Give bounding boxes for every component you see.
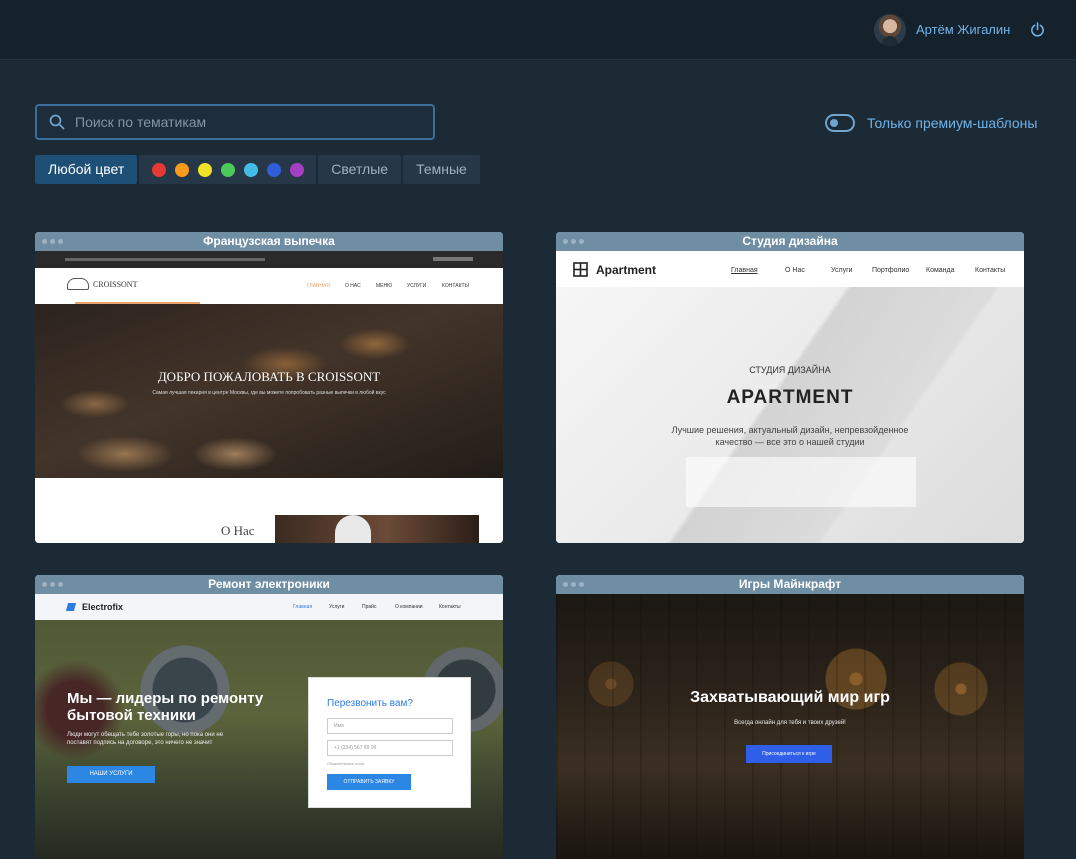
preview-nav-item: О компании: [395, 604, 423, 610]
card-title: Французская выпечка: [203, 234, 335, 248]
card-title-bar: Игры Майнкрафт: [556, 575, 1024, 594]
preview-nav-item: МЕНЮ: [376, 283, 393, 289]
preview-hero-image: Мы — лидеры по ремонту бытовой техники Л…: [35, 620, 503, 859]
preview-cta-button: Присоединиться к игре: [746, 745, 832, 763]
preview-hero-subtitle-1: Лучшие решения, актуальный дизайн, непре…: [671, 425, 909, 435]
color-swatches: [139, 155, 317, 184]
preview-nav: CROISSONT ГЛАВНАЯ О НАС МЕНЮ УСЛУГИ КОНТ…: [35, 268, 503, 304]
color-swatch-green[interactable]: [220, 162, 235, 177]
card-title-bar: Студия дизайна: [556, 232, 1024, 251]
preview-hero-title: ДОБРО ПОЖАЛОВАТЬ В CROISSONT: [157, 369, 381, 384]
grid-logo-icon: [573, 262, 588, 277]
color-swatch-lightblue[interactable]: [243, 162, 258, 177]
preview-nav-item: Команда: [926, 267, 955, 274]
preview-hero-title-1: Мы — лидеры по ремонту: [67, 690, 264, 707]
filter-light[interactable]: Светлые: [318, 155, 402, 184]
preview-nav-item: Контакты: [975, 267, 1006, 274]
preview-hero-subtitle: Всегда онлайн для тебя и твоих друзей!: [734, 720, 846, 726]
template-card-minecraft[interactable]: Игры Майнкрафт Захватывающий мир игр Все…: [556, 575, 1024, 859]
template-preview: Захватывающий мир игр Всегда онлайн для …: [556, 594, 1024, 859]
card-title-bar: Ремонт электроники: [35, 575, 503, 594]
preview-hero-subtitle-2: качество — все это о нашей студии: [715, 437, 865, 447]
preview-hero-title: Захватывающий мир игр: [690, 689, 890, 706]
card-title: Студия дизайна: [742, 234, 838, 248]
preview-hero-title: APARTMENT: [726, 387, 854, 408]
color-swatch-blue[interactable]: [266, 162, 281, 177]
preview-nav-item: Услуги: [329, 604, 345, 610]
search-icon: [49, 114, 65, 130]
preview-hero-image: СТУДИЯ ДИЗАЙНА APARTMENT Лучшие решения,…: [556, 287, 1024, 543]
preview-nav-item: О Нас: [785, 267, 805, 274]
template-preview: Apartment Главная О Нас Услуги Портфолио…: [556, 251, 1024, 543]
preview-phone-field: +1 (234) 567 89 99: [327, 740, 453, 756]
premium-toggle[interactable]: [825, 114, 855, 132]
template-card-design-studio[interactable]: Студия дизайна Apartment Главная О Нас У…: [556, 232, 1024, 543]
preview-name-field: Имя: [327, 718, 453, 734]
username[interactable]: Артём Жигалин: [916, 22, 1010, 37]
color-swatch-red[interactable]: [151, 162, 166, 177]
preview-about-image: [275, 515, 479, 543]
preview-about-heading: О Нас: [221, 523, 255, 538]
preview-nav: Electrofix Главная Услуги Прайс О компан…: [35, 594, 503, 620]
preview-callback-form: Перезвонить вам? Имя +1 (234) 567 89 99 …: [308, 677, 471, 808]
color-swatch-orange[interactable]: [174, 162, 189, 177]
color-swatch-yellow[interactable]: [197, 162, 212, 177]
preview-topbar: [35, 251, 503, 268]
power-icon[interactable]: [1030, 22, 1045, 37]
color-filters: Любой цвет Светлые Темные: [35, 155, 482, 184]
search-box[interactable]: [35, 104, 435, 140]
preview-hero-subtitle: Самая лучшая пекарня в центре Москвы, гд…: [152, 390, 386, 396]
preview-nav-item: О НАС: [345, 283, 361, 289]
preview-submit-button: ОТПРАВИТЬ ЗАЯВКУ: [327, 774, 411, 790]
preview-brand: Apartment: [596, 263, 657, 277]
filter-dark[interactable]: Темные: [403, 155, 480, 184]
template-preview: CROISSONT ГЛАВНАЯ О НАС МЕНЮ УСЛУГИ КОНТ…: [35, 251, 503, 543]
card-title-bar: Французская выпечка: [35, 232, 503, 251]
top-bar: Артём Жигалин: [0, 0, 1076, 60]
preview-hero-image: ДОБРО ПОЖАЛОВАТЬ В CROISSONT Самая лучша…: [35, 304, 503, 478]
preview-nav-item: Портфолио: [872, 267, 910, 274]
preview-nav-item: Главная: [731, 267, 758, 274]
preview-nav-item: Главная: [293, 604, 313, 610]
croissant-logo-icon: [67, 278, 89, 290]
preview-cta-button: НАШИ УСЛУГИ: [67, 766, 155, 783]
template-card-bakery[interactable]: Французская выпечка CROISSONT ГЛАВНАЯ О …: [35, 232, 503, 543]
preview-nav-item: УСЛУГИ: [407, 283, 427, 289]
preview-nav-item: КОНТАКТЫ: [442, 283, 469, 289]
template-card-electronics[interactable]: Ремонт электроники Electrofix Главная Ус…: [35, 575, 503, 859]
color-swatch-purple[interactable]: [289, 162, 304, 177]
toggle-knob: [830, 119, 838, 127]
premium-toggle-label[interactable]: Только премиум-шаблоны: [867, 115, 1037, 131]
preview-hero-subtitle-1: Люди могут обещать тебе золотые горы, но…: [67, 732, 224, 738]
preview-hero-subtitle-2: поставят подпись на договоре, это ничего…: [67, 740, 213, 746]
preview-nav-item: Прайс: [362, 604, 377, 610]
template-preview: Electrofix Главная Услуги Прайс О компан…: [35, 594, 503, 859]
preview-brand: Electrofix: [82, 602, 124, 612]
preview-form-note: Обязательные поля: [327, 761, 364, 766]
filter-any-color[interactable]: Любой цвет: [35, 155, 138, 184]
preview-brand: CROISSONT: [93, 280, 138, 289]
preview-kicker: СТУДИЯ ДИЗАЙНА: [749, 365, 831, 375]
preview-nav-item: Услуги: [831, 267, 853, 274]
card-title: Ремонт электроники: [208, 577, 330, 591]
search-input[interactable]: [75, 112, 415, 132]
preview-nav-item: Контакты: [439, 604, 461, 610]
preview-nav: Apartment Главная О Нас Услуги Портфолио…: [556, 251, 1024, 287]
preview-nav-item: ГЛАВНАЯ: [307, 283, 330, 289]
preview-hero-title-2: бытовой техники: [67, 707, 196, 724]
card-title: Игры Майнкрафт: [738, 577, 842, 591]
electrofix-logo-icon: [65, 603, 77, 611]
preview-form-title: Перезвонить вам?: [327, 698, 413, 709]
avatar[interactable]: [874, 14, 906, 46]
